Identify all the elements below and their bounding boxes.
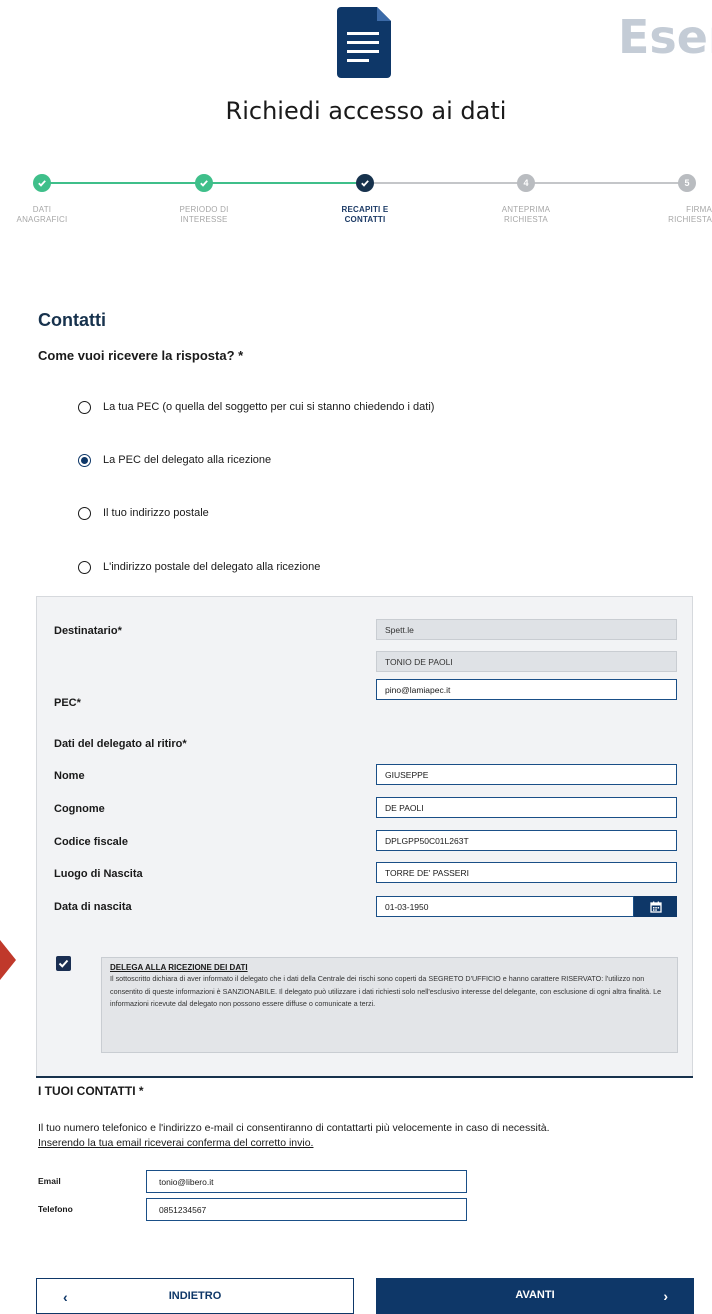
page-title: Richiedi accesso ai dati xyxy=(225,97,507,125)
section-title-contatti: Contatti xyxy=(38,310,106,330)
next-button[interactable]: AVANTI › xyxy=(376,1278,694,1314)
email-input[interactable]: tonio@libero.it xyxy=(146,1170,467,1193)
nome-label: Nome xyxy=(54,770,85,782)
tuoi-contatti-title: I TUOI CONTATTI * xyxy=(38,1084,144,1098)
document-icon xyxy=(337,7,391,78)
step-label-1: DATI ANAGRAFICI xyxy=(16,205,68,224)
contatti-text-line: Il tuo numero telefonico e l'indirizzo e… xyxy=(38,1122,550,1134)
step-indicator-4: 4 xyxy=(517,174,535,192)
check-icon xyxy=(361,180,369,187)
luogo-nascita-input[interactable]: TORRE DE' PASSERI xyxy=(376,862,677,883)
step-indicator-5: 5 xyxy=(678,174,696,192)
step-indicator-3 xyxy=(356,174,374,192)
nome-input[interactable]: GIUSEPPE xyxy=(376,764,677,785)
cognome-label: Cognome xyxy=(54,803,105,815)
delega-textbox: DELEGA ALLA RICEZIONE DEI DATI Il sottos… xyxy=(101,957,678,1053)
tuoi-contatti-description: Il tuo numero telefonico e l'indirizzo e… xyxy=(38,1121,678,1151)
destinatario-label: Destinatario* xyxy=(54,625,122,637)
radio-label: Il tuo indirizzo postale xyxy=(103,507,209,519)
radio-option-tua-pec[interactable]: La tua PEC (o quella del soggetto per cu… xyxy=(78,397,434,417)
pec-label: PEC* xyxy=(54,697,81,709)
radio-button[interactable] xyxy=(78,506,91,520)
response-question: Come vuoi ricevere la risposta? * xyxy=(38,348,244,363)
calendar-icon xyxy=(649,901,662,913)
radio-option-postale-delegato[interactable]: L'indirizzo postale del delegato alla ri… xyxy=(78,557,320,577)
radio-option-pec-delegato[interactable]: La PEC del delegato alla ricezione xyxy=(78,450,271,470)
checkmark-icon xyxy=(58,959,69,968)
codice-fiscale-label: Codice fiscale xyxy=(54,836,128,848)
step-label-4: ANTEPRIMA RICHIESTA xyxy=(501,205,551,224)
step-label-5: FIRMA RICHIESTA xyxy=(668,205,712,224)
panel-divider xyxy=(36,1076,693,1078)
check-icon xyxy=(38,180,46,187)
stepper-connector xyxy=(526,182,687,184)
calendar-button[interactable] xyxy=(634,896,677,917)
step-indicator-1 xyxy=(33,174,51,192)
destinatario-field-1: Spett.le xyxy=(376,619,677,640)
codice-fiscale-input[interactable]: DPLGPP50C01L263T xyxy=(376,830,677,851)
data-nascita-label: Data di nascita xyxy=(54,901,132,913)
telefono-label: Telefono xyxy=(38,1204,73,1214)
stepper-connector xyxy=(42,182,204,184)
radio-label: L'indirizzo postale del delegato alla ri… xyxy=(103,561,321,573)
radio-button[interactable] xyxy=(78,400,91,414)
data-nascita-input[interactable]: 01-03-1950 xyxy=(376,896,634,917)
pec-input[interactable]: pino@lamiapec.it xyxy=(376,679,677,700)
cognome-input[interactable]: DE PAOLI xyxy=(376,797,677,818)
radio-option-indirizzo-postale[interactable]: Il tuo indirizzo postale xyxy=(78,503,209,523)
radio-label: La tua PEC (o quella del soggetto per cu… xyxy=(103,401,435,413)
back-button[interactable]: ‹ INDIETRO xyxy=(36,1278,354,1314)
watermark-text: Eser xyxy=(618,10,712,64)
radio-label: La PEC del delegato alla ricezione xyxy=(103,454,272,466)
delega-text: Il sottoscritto dichiara di aver informa… xyxy=(110,974,662,1008)
next-button-label: AVANTI xyxy=(515,1289,555,1301)
pointer-arrow-icon xyxy=(0,940,16,980)
delega-title: DELEGA ALLA RICEZIONE DEI DATI xyxy=(110,963,248,972)
destinatario-field-2: TONIO DE PAOLI xyxy=(376,651,677,672)
telefono-input[interactable]: 0851234567 xyxy=(146,1198,467,1221)
radio-button-selected[interactable] xyxy=(78,453,91,467)
email-label: Email xyxy=(38,1176,61,1186)
step-label-3: RECAPITI E CONTATTI xyxy=(341,205,389,224)
luogo-nascita-label: Luogo di Nascita xyxy=(54,868,143,880)
check-icon xyxy=(200,180,208,187)
back-button-label: INDIETRO xyxy=(168,1290,222,1302)
radio-button[interactable] xyxy=(78,560,91,574)
step-indicator-2 xyxy=(195,174,213,192)
stepper-connector xyxy=(365,182,526,184)
stepper-connector xyxy=(204,182,365,184)
contatti-text-underlined: Inserendo la tua email riceverai conferm… xyxy=(38,1137,314,1149)
delega-checkbox[interactable] xyxy=(56,956,71,971)
step-label-2: PERIODO DI INTERESSE xyxy=(179,205,229,224)
delegato-heading: Dati del delegato al ritiro* xyxy=(54,738,187,750)
chevron-right-icon: › xyxy=(663,1288,668,1304)
